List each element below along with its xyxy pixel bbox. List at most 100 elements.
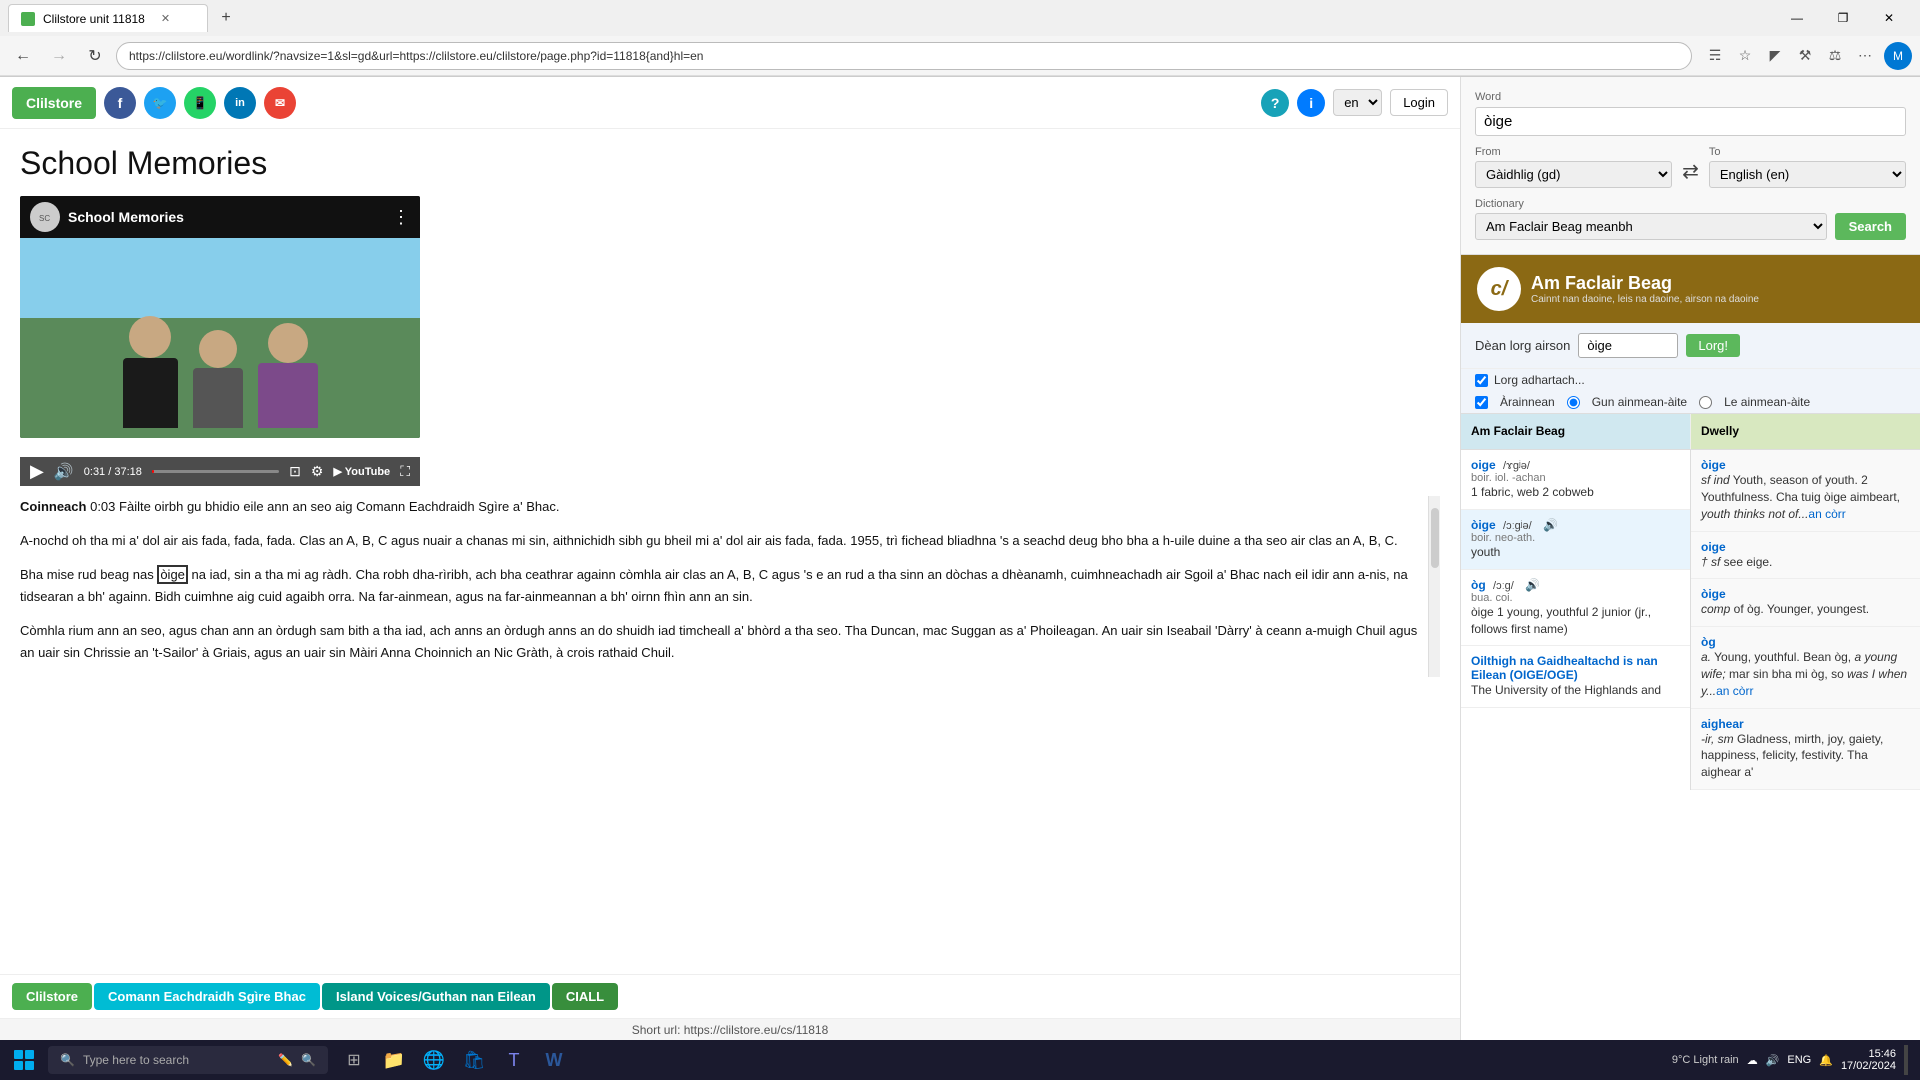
- word-input[interactable]: [1475, 107, 1906, 136]
- right-def-4: a. Young, youthful. Bean òg, a young wif…: [1701, 649, 1910, 699]
- left-link-1[interactable]: oige: [1471, 458, 1496, 472]
- task-view-button[interactable]: ⊞: [336, 1042, 372, 1078]
- new-tab-button[interactable]: +: [212, 4, 240, 32]
- reload-button[interactable]: ↻: [80, 41, 110, 71]
- right-col-title: Dwelly: [1701, 424, 1739, 438]
- url-text: https://clilstore.eu/wordlink/?navsize=1…: [129, 49, 703, 63]
- read-mode-icon[interactable]: ☴: [1704, 45, 1726, 67]
- right-link-1[interactable]: òige: [1701, 458, 1726, 472]
- radio-row: Àrainnean Gun ainmean-àite Le ainmean-ài…: [1461, 391, 1920, 414]
- left-link-3[interactable]: òg: [1471, 578, 1486, 592]
- afb-search-input[interactable]: [1578, 333, 1678, 358]
- afb-banner-text: Am Faclair Beag Cainnt nan daoine, leis …: [1531, 273, 1759, 305]
- whatsapp-button[interactable]: 📱: [184, 87, 216, 119]
- language-selector[interactable]: en gd fr: [1333, 89, 1382, 116]
- right-crossref-4[interactable]: an còrr: [1716, 684, 1753, 698]
- speaker-name: Coinneach: [20, 499, 86, 514]
- to-group: To English (en): [1709, 146, 1906, 188]
- taskbar-search-extra-icon: 🔍: [301, 1053, 316, 1067]
- nav-island-voices-button[interactable]: Island Voices/Guthan nan Eilean: [322, 983, 550, 1010]
- afb-banner: c/ Am Faclair Beag Cainnt nan daoine, le…: [1461, 255, 1920, 323]
- speaker-icon-2[interactable]: 🔊: [1543, 518, 1558, 532]
- tab-close-btn[interactable]: ✕: [161, 12, 170, 25]
- help-button[interactable]: ?: [1261, 89, 1289, 117]
- right-def-3: comp of òg. Younger, youngest.: [1701, 601, 1910, 618]
- profile-icon[interactable]: M: [1884, 42, 1912, 70]
- notification-bell[interactable]: 🔔: [1819, 1054, 1833, 1067]
- forward-button[interactable]: →: [44, 41, 74, 71]
- address-bar-row: ← → ↻ https://clilstore.eu/wordlink/?nav…: [0, 36, 1920, 76]
- left-link-4[interactable]: Oilthigh na Gaidhealtachd is nan Eilean …: [1471, 654, 1658, 682]
- edge-icon: 🌐: [423, 1050, 445, 1071]
- left-entry-1: oige /ɤgʲə/ boir. iol. -achan 1 fabric, …: [1461, 450, 1690, 510]
- favorites-icon[interactable]: ☆: [1734, 45, 1756, 67]
- search-button[interactable]: Search: [1835, 213, 1906, 240]
- maximize-button[interactable]: ❐: [1820, 2, 1866, 34]
- clilstore-logo-button[interactable]: Clilstore: [12, 87, 96, 119]
- linkedin-button[interactable]: in: [224, 87, 256, 119]
- gun-ainmean-radio[interactable]: [1567, 396, 1580, 409]
- right-link-5[interactable]: aighear: [1701, 717, 1744, 731]
- right-crossref-1[interactable]: an còrr: [1808, 507, 1845, 521]
- scroll-thumb[interactable]: [1431, 508, 1439, 568]
- teams-button[interactable]: T: [496, 1042, 532, 1078]
- show-desktop-button[interactable]: [1904, 1045, 1908, 1075]
- to-language-selector[interactable]: English (en): [1709, 161, 1906, 188]
- info-button[interactable]: i: [1297, 89, 1325, 117]
- dictionary-group: Dictionary Am Faclair Beag meanbh: [1475, 198, 1827, 240]
- close-button[interactable]: ✕: [1866, 2, 1912, 34]
- address-bar[interactable]: https://clilstore.eu/wordlink/?navsize=1…: [116, 42, 1692, 70]
- active-tab[interactable]: Clilstore unit 11818 ✕: [8, 4, 208, 32]
- advanced-search-checkbox[interactable]: [1475, 374, 1488, 387]
- highlighted-word: òige: [157, 565, 188, 584]
- nav-ciall-button[interactable]: CIALL: [552, 983, 618, 1010]
- tab-favicon: [21, 12, 35, 26]
- afb-title: Am Faclair Beag: [1531, 273, 1759, 294]
- volume-icon[interactable]: 🔊: [1766, 1054, 1780, 1067]
- word-button[interactable]: W: [536, 1042, 572, 1078]
- split-view-icon[interactable]: ◤: [1764, 45, 1786, 67]
- file-explorer-button[interactable]: 📁: [376, 1042, 412, 1078]
- left-link-2[interactable]: òige: [1471, 518, 1496, 532]
- back-button[interactable]: ←: [8, 41, 38, 71]
- twitter-button[interactable]: 🐦: [144, 87, 176, 119]
- taskbar-search[interactable]: 🔍 Type here to search ✏️ 🔍: [48, 1046, 328, 1074]
- facebook-button[interactable]: f: [104, 87, 136, 119]
- more-menu-icon[interactable]: ⋯: [1854, 45, 1876, 67]
- from-language-selector[interactable]: Gàidhlig (gd): [1475, 161, 1672, 188]
- swap-languages-button[interactable]: ⇄: [1682, 159, 1699, 188]
- video-more-icon[interactable]: ⋮: [392, 207, 410, 228]
- scroll-track[interactable]: [1428, 496, 1440, 677]
- le-ainmean-radio[interactable]: [1699, 396, 1712, 409]
- minimize-button[interactable]: —: [1774, 2, 1820, 34]
- paragraph1: Coinneach 0:03 Fàilte oirbh gu bhidio ei…: [20, 496, 1418, 518]
- email-button[interactable]: ✉: [264, 87, 296, 119]
- login-button[interactable]: Login: [1390, 89, 1448, 116]
- text3: Bha mise rud beag nas: [20, 567, 154, 582]
- profile-initial: M: [1893, 49, 1903, 63]
- right-link-2[interactable]: oige: [1701, 540, 1726, 554]
- store-button[interactable]: 🛍: [456, 1042, 492, 1078]
- store-icon: 🛍: [463, 1050, 486, 1071]
- start-button[interactable]: [0, 1040, 48, 1080]
- extensions-icon[interactable]: ⚖: [1824, 45, 1846, 67]
- arainnean-checkbox[interactable]: [1475, 396, 1488, 409]
- right-entry-5: aighear -ir, sm Gladness, mirth, joy, ga…: [1691, 709, 1920, 790]
- afb-search-button[interactable]: Lorg!: [1686, 334, 1740, 357]
- person1: [123, 316, 178, 428]
- left-def-2: youth: [1471, 544, 1680, 561]
- nav-comann-button[interactable]: Comann Eachdraidh Sgìre Bhac: [94, 983, 320, 1010]
- text1: Fàilte oirbh gu bhidio eile ann an seo a…: [119, 499, 559, 514]
- cloud-icon: ☁: [1747, 1054, 1758, 1067]
- right-panel: Word From Gàidhlig (gd) ⇄ To English (en…: [1460, 77, 1920, 1041]
- right-entry-3: òige comp of òg. Younger, youngest.: [1691, 579, 1920, 627]
- right-link-4[interactable]: òg: [1701, 635, 1716, 649]
- nav-clilstore-button[interactable]: Clilstore: [12, 983, 92, 1010]
- edge-button[interactable]: 🌐: [416, 1042, 452, 1078]
- collections-icon[interactable]: ⚒: [1794, 45, 1816, 67]
- speaker-icon-3[interactable]: 🔊: [1525, 578, 1540, 592]
- video-thumbnail[interactable]: [20, 238, 420, 438]
- short-url: Short url: https://clilstore.eu/cs/11818: [0, 1018, 1460, 1041]
- right-link-3[interactable]: òige: [1701, 587, 1726, 601]
- dictionary-selector[interactable]: Am Faclair Beag meanbh: [1475, 213, 1827, 240]
